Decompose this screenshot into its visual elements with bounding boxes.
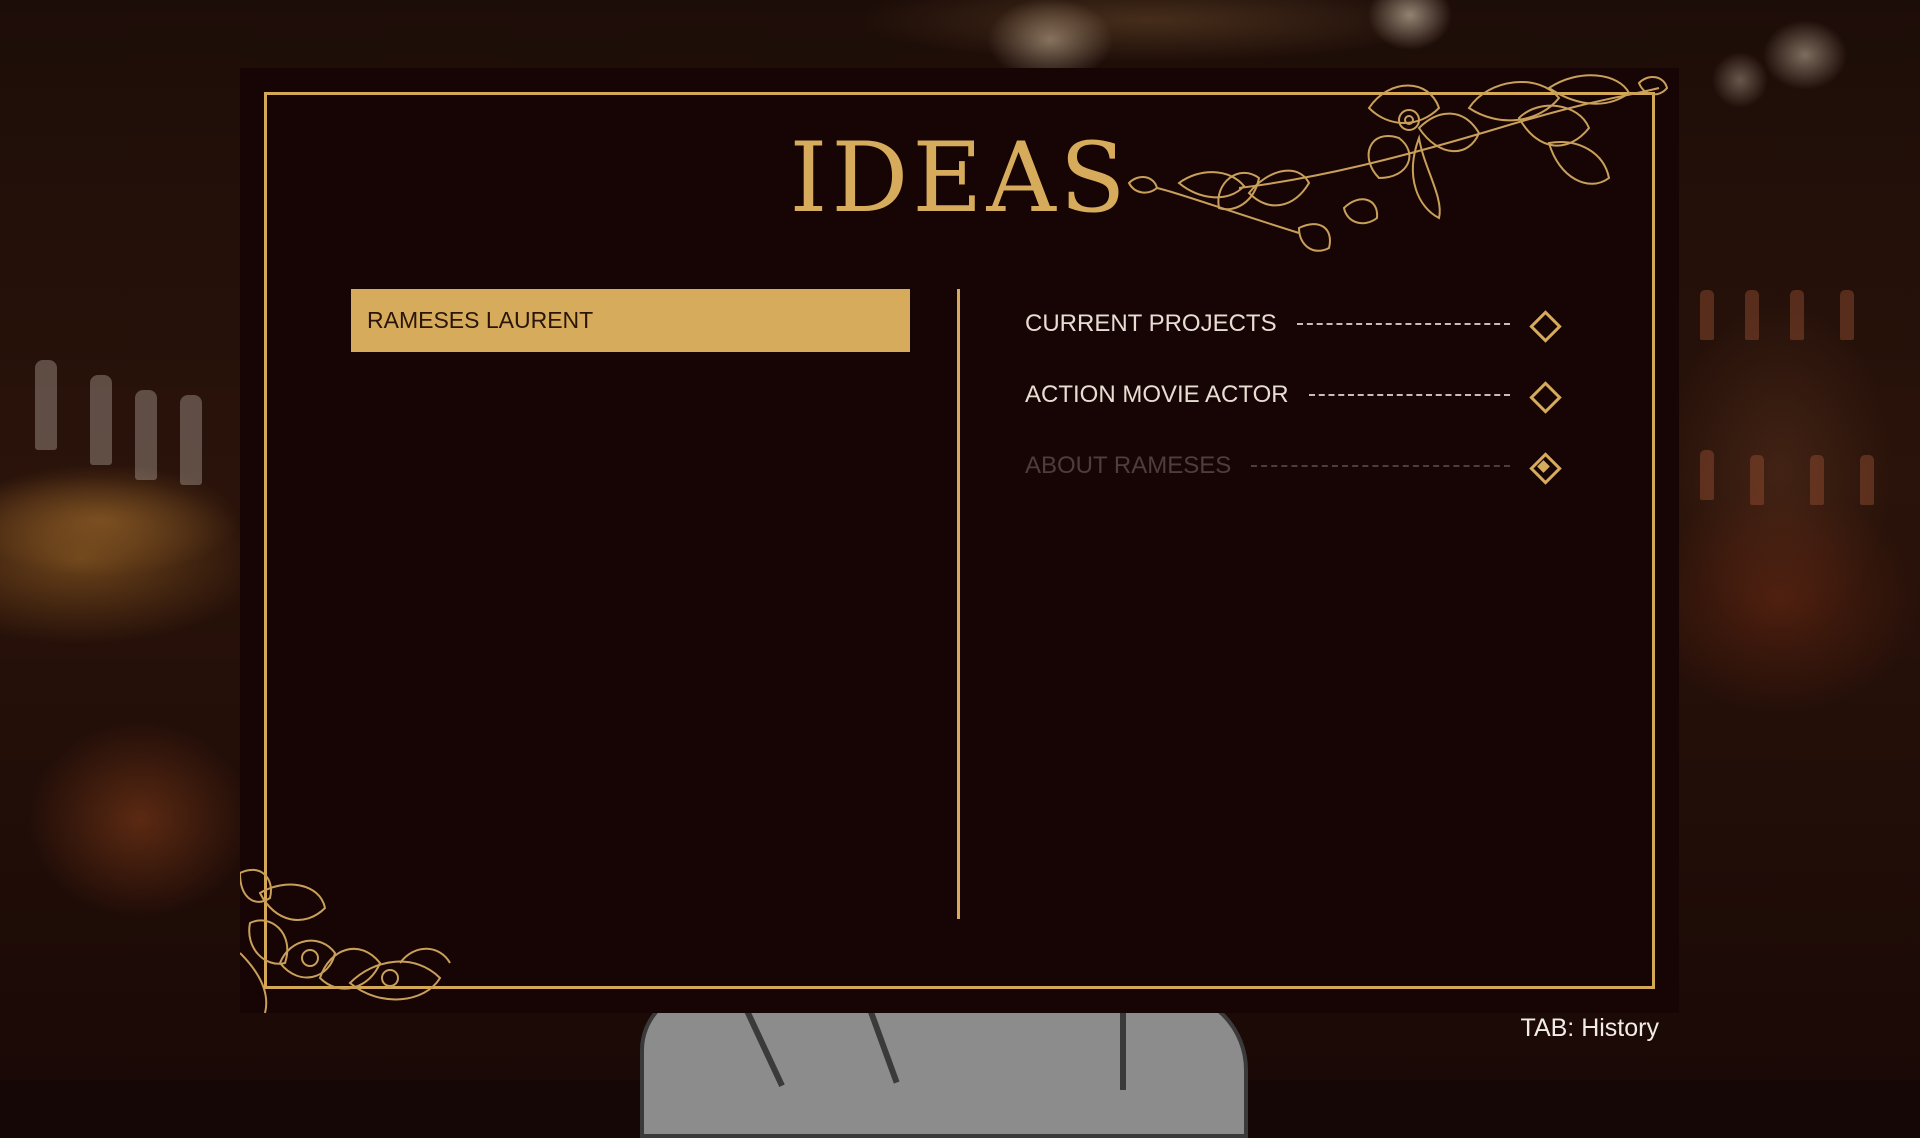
dashed-leader [1251,464,1510,467]
tab-history-hint[interactable]: TAB: History [1521,1014,1659,1043]
background-bottle [1810,455,1824,505]
background-bottle [180,395,202,485]
diamond-outline-icon [1528,309,1558,339]
column-divider [957,289,960,919]
page-title: IDEAS [789,122,1130,234]
background-bottle [1745,290,1759,340]
background-bottle [1790,290,1804,340]
dashed-leader [1296,322,1510,325]
background-bottle [1700,290,1714,340]
background-bottle [135,390,157,480]
background-bottle [1860,455,1874,505]
background-bottle [35,360,57,450]
ideas-list: CURRENT PROJECTS ACTION MOVIE ACTOR ABOU… [1025,288,1560,501]
ideas-panel: IDEAS RAMESES LAURENT CURRENT PROJECTS A… [240,68,1679,1013]
orchid-flowers-icon [240,868,451,1013]
idea-label: ACTION MOVIE ACTOR [1025,380,1289,408]
background-bottle [1700,450,1714,500]
idea-item-current-projects[interactable]: CURRENT PROJECTS [1025,288,1560,359]
idea-item-about-rameses[interactable]: ABOUT RAMESES [1025,430,1560,501]
diamond-outline-icon [1528,380,1558,410]
background-bottle [1840,290,1854,340]
background-bottle [1750,455,1764,505]
diamond-filled-icon [1528,451,1558,481]
idea-label: CURRENT PROJECTS [1025,309,1277,337]
dashed-leader [1308,393,1510,396]
character-sprite-fold [1120,1000,1126,1090]
idea-label: ABOUT RAMESES [1025,451,1232,479]
character-list-item-selected[interactable]: RAMESES LAURENT [351,289,910,352]
idea-item-action-movie-actor[interactable]: ACTION MOVIE ACTOR [1025,359,1560,430]
background-bottle [90,375,112,465]
